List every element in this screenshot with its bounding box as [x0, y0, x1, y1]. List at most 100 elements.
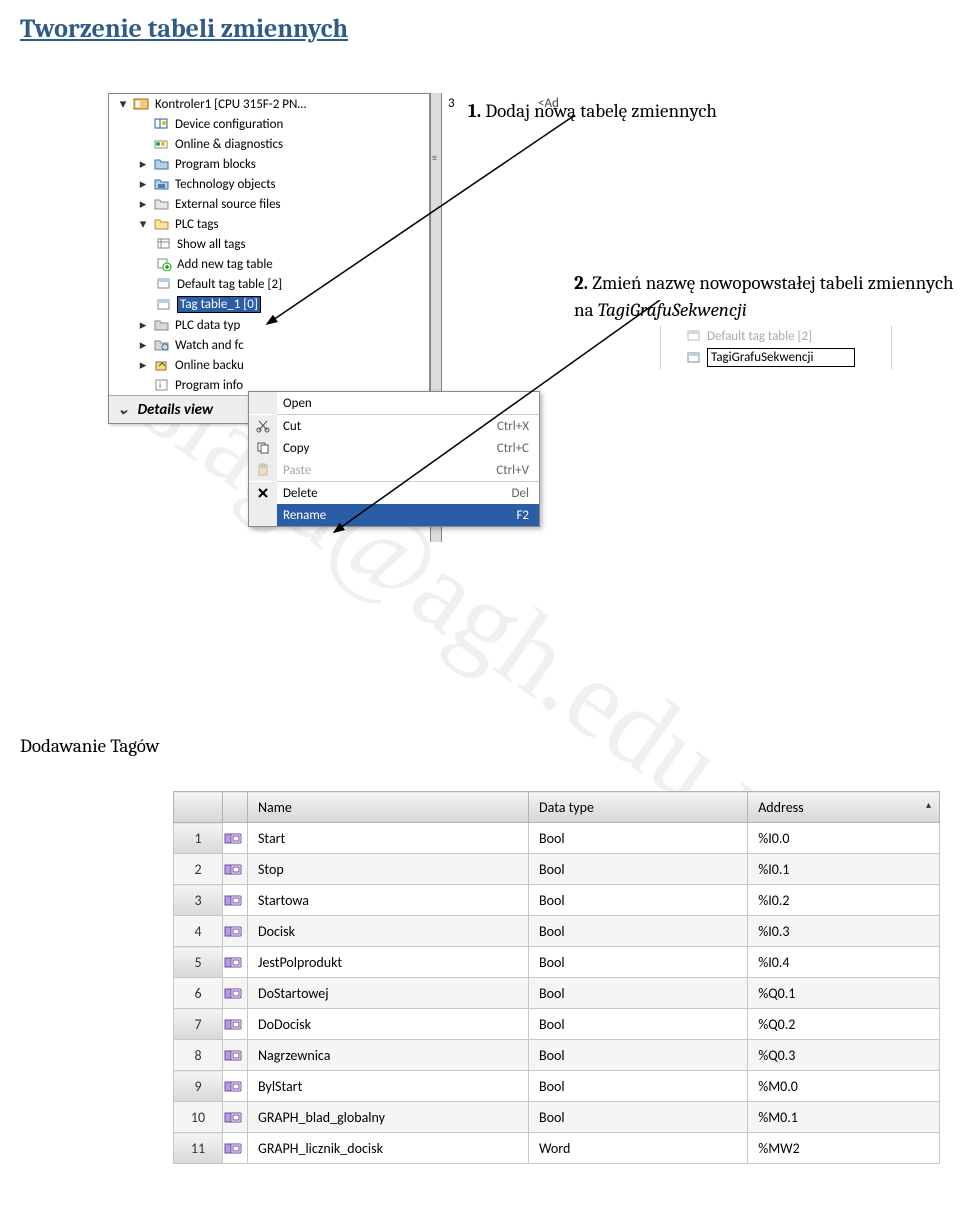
table-row[interactable]: 3StartowaBool%I0.2 — [174, 885, 940, 916]
tree-item-label: Show all tags — [177, 237, 246, 252]
delete-icon — [249, 482, 277, 504]
cell-name[interactable]: JestPolprodukt — [248, 947, 529, 978]
tree-item-default-tag-table[interactable]: Default tag table [2] — [109, 274, 429, 294]
cell-datatype[interactable]: Bool — [529, 1102, 748, 1133]
cell-datatype[interactable]: Bool — [529, 1071, 748, 1102]
cell-name[interactable]: Stop — [248, 854, 529, 885]
cell-address[interactable]: %I0.3 — [748, 916, 940, 947]
menu-item-rename[interactable]: Rename F2 — [249, 504, 539, 526]
cell-address[interactable]: %M0.0 — [748, 1071, 940, 1102]
cell-datatype[interactable]: Bool — [529, 823, 748, 854]
menu-item-delete[interactable]: Delete Del — [249, 482, 539, 504]
page-title: Tworzenie tabeli zmiennych — [0, 0, 960, 44]
tree-item-device-config[interactable]: Device configuration — [109, 114, 429, 134]
table-row[interactable]: 4DociskBool%I0.3 — [174, 916, 940, 947]
tree-root[interactable]: ▾ Kontroler1 [CPU 315F-2 PN… — [109, 94, 429, 114]
tree-item-watch-force[interactable]: ▸ Watch and fc — [109, 335, 429, 355]
cell-datatype[interactable]: Bool — [529, 978, 748, 1009]
table-row[interactable]: 5JestPolproduktBool%I0.4 — [174, 947, 940, 978]
cell-name[interactable]: GRAPH_licznik_docisk — [248, 1133, 529, 1164]
tree-item-default-tag-table[interactable]: Default tag table [2] — [661, 326, 891, 346]
menu-item-copy[interactable]: Copy Ctrl+C — [249, 437, 539, 459]
menu-item-open[interactable]: Open — [249, 392, 539, 414]
expand-arrow-icon[interactable]: ▸ — [137, 358, 149, 373]
menu-label: Paste — [277, 459, 465, 481]
table-row[interactable]: 1StartBool%I0.0 — [174, 823, 940, 854]
table-row[interactable]: 9BylStartBool%M0.0 — [174, 1071, 940, 1102]
tree-item-ext-source[interactable]: ▸ External source files — [109, 194, 429, 214]
cell-name[interactable]: Start — [248, 823, 529, 854]
tree-item-program-blocks[interactable]: ▸ Program blocks — [109, 154, 429, 174]
table-row[interactable]: 11 GRAPH_licznik_dociskWord%MW2 — [174, 1133, 940, 1164]
sort-asc-icon[interactable]: ▴ — [926, 798, 931, 811]
tree-item-plc-tags[interactable]: ▾ PLC tags — [109, 214, 429, 234]
table-header-type[interactable]: Data type — [529, 792, 748, 823]
cell-datatype[interactable]: Bool — [529, 916, 748, 947]
table-row[interactable]: 7DoDociskBool%Q0.2 — [174, 1009, 940, 1040]
tree-item-show-all-tags[interactable]: Show all tags — [109, 234, 429, 254]
cell-name[interactable]: Startowa — [248, 885, 529, 916]
tree-item-online-diag[interactable]: Online & diagnostics — [109, 134, 429, 154]
tree-item-selected-tag-table[interactable]: Tag table_1 [0] — [109, 294, 429, 315]
tag-icon — [223, 1071, 248, 1102]
cell-datatype[interactable]: Bool — [529, 947, 748, 978]
details-view-label: Details view — [138, 401, 213, 419]
cell-name[interactable]: DoDocisk — [248, 1009, 529, 1040]
cell-address[interactable]: %I0.1 — [748, 854, 940, 885]
tag-table-icon — [685, 350, 703, 366]
cell-name[interactable]: GRAPH_blad_globalny — [248, 1102, 529, 1133]
cell-address[interactable]: %Q0.2 — [748, 1009, 940, 1040]
tag-table: Name Data type Address▴ 1StartBool%I0.02… — [173, 791, 940, 1164]
cell-name[interactable]: Nagrzewnica — [248, 1040, 529, 1071]
tag-table-name-editing[interactable]: Tag table_1 [0] — [177, 296, 261, 313]
table-row[interactable]: 2StopBool%I0.1 — [174, 854, 940, 885]
cell-datatype[interactable]: Bool — [529, 854, 748, 885]
cell-address[interactable]: %Q0.3 — [748, 1040, 940, 1071]
menu-shortcut: F2 — [465, 504, 539, 526]
table-row[interactable]: 8NagrzewnicaBool%Q0.3 — [174, 1040, 940, 1071]
tree-item-add-new-tag-table[interactable]: Add new tag table — [109, 254, 429, 274]
tree-item-editing[interactable] — [661, 346, 891, 369]
expand-arrow-icon[interactable]: ▸ — [137, 177, 149, 192]
tag-icon — [223, 823, 248, 854]
context-menu: Open Cut Ctrl+X Copy Ctrl+C Paste Ctrl+V… — [248, 391, 540, 527]
row-number: 11 — [174, 1133, 223, 1164]
expand-arrow-icon[interactable]: ▸ — [137, 318, 149, 333]
expand-arrow-icon[interactable]: ▸ — [137, 157, 149, 172]
menu-label: Cut — [277, 415, 465, 437]
cell-address[interactable]: %MW2 — [748, 1133, 940, 1164]
menu-item-cut[interactable]: Cut Ctrl+X — [249, 415, 539, 437]
collapse-arrow-icon[interactable]: ▾ — [117, 97, 129, 112]
menu-icon-blank — [249, 392, 277, 414]
cell-datatype[interactable]: Bool — [529, 1009, 748, 1040]
table-row[interactable]: 10GRAPH_blad_globalnyBool%M0.1 — [174, 1102, 940, 1133]
table-header-address[interactable]: Address▴ — [748, 792, 940, 823]
cell-datatype[interactable]: Bool — [529, 885, 748, 916]
tree-item-online-backup[interactable]: ▸ Online backu — [109, 355, 429, 375]
cell-address[interactable]: %I0.4 — [748, 947, 940, 978]
diagnostics-icon — [153, 136, 171, 152]
table-row[interactable]: 6DoStartowejBool%Q0.1 — [174, 978, 940, 1009]
tag-table-rename-input[interactable] — [707, 348, 855, 367]
cell-address[interactable]: %Q0.1 — [748, 978, 940, 1009]
tree-item-plc-data-types[interactable]: ▸ PLC data typ — [109, 315, 429, 335]
cell-datatype[interactable]: Word — [529, 1133, 748, 1164]
collapse-arrow-icon[interactable]: ▾ — [137, 217, 149, 232]
menu-label: Copy — [277, 437, 465, 459]
menu-shortcut: Ctrl+X — [465, 415, 539, 437]
expand-arrow-icon[interactable]: ▸ — [137, 197, 149, 212]
cell-name[interactable]: BylStart — [248, 1071, 529, 1102]
chevron-down-icon[interactable]: ⌄ — [117, 400, 130, 419]
cell-datatype[interactable]: Bool — [529, 1040, 748, 1071]
table-header-icon[interactable] — [223, 792, 248, 823]
tree-item-tech-objects[interactable]: ▸ Technology objects — [109, 174, 429, 194]
tag-icon — [223, 1009, 248, 1040]
cell-address[interactable]: %I0.2 — [748, 885, 940, 916]
cell-name[interactable]: Docisk — [248, 916, 529, 947]
expand-arrow-icon[interactable]: ▸ — [137, 338, 149, 353]
cell-address[interactable]: %I0.0 — [748, 823, 940, 854]
cell-address[interactable]: %M0.1 — [748, 1102, 940, 1133]
table-header-rownum[interactable] — [174, 792, 223, 823]
table-header-name[interactable]: Name — [248, 792, 529, 823]
cell-name[interactable]: DoStartowej — [248, 978, 529, 1009]
